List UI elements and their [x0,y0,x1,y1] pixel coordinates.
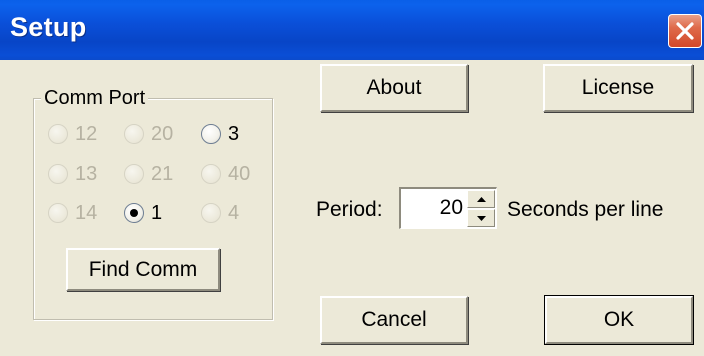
title-bar[interactable]: Setup [0,0,704,60]
radio-label: 20 [151,123,174,145]
radio-circle [201,124,221,144]
ok-button[interactable]: OK [544,295,694,345]
period-input[interactable]: 20 [401,189,463,227]
radio-label: 1 [151,202,163,224]
comm-port-radio-21[interactable]: 21 [124,161,173,187]
radio-circle [201,164,221,184]
comm-port-radio-12[interactable]: 12 [48,121,97,147]
radio-circle [124,203,144,223]
radio-label: 21 [151,163,174,185]
radio-label: 13 [75,163,98,185]
spin-up-button[interactable] [467,190,495,208]
close-button[interactable] [668,14,702,48]
window-title: Setup [10,12,87,42]
comm-port-radio-4[interactable]: 4 [201,200,239,226]
period-unit-label: Seconds per line [507,198,664,221]
spin-down-button[interactable] [467,209,495,227]
radio-selected-dot [130,209,138,217]
period-label: Period: [316,198,383,221]
radio-label: 14 [75,202,98,224]
comm-port-radio-13[interactable]: 13 [48,161,97,187]
radio-circle [201,203,221,223]
radio-circle [48,164,68,184]
comm-port-radio-3[interactable]: 3 [201,121,239,147]
radio-label: 4 [228,202,240,224]
arrow-up-icon [477,197,486,202]
radio-label: 12 [75,123,98,145]
arrow-down-icon [477,216,486,221]
radio-label: 40 [228,163,251,185]
comm-port-radio-20[interactable]: 20 [124,121,173,147]
comm-port-radio-14[interactable]: 14 [48,200,97,226]
radio-circle [124,164,144,184]
period-spinner[interactable]: 20 [399,187,497,229]
setup-dialog: Setup Comm Port 12 20 3 13 21 40 14 1 4 … [0,0,704,356]
cancel-button[interactable]: Cancel [320,296,468,344]
close-icon [676,22,694,40]
comm-port-radio-40[interactable]: 40 [201,161,250,187]
radio-circle [124,124,144,144]
find-comm-button[interactable]: Find Comm [66,248,220,291]
radio-label: 3 [228,123,240,145]
radio-circle [48,124,68,144]
comm-port-radio-1[interactable]: 1 [124,200,162,226]
about-button[interactable]: About [320,64,468,112]
radio-circle [48,203,68,223]
comm-port-group-label: Comm Port [41,87,149,110]
license-button[interactable]: License [543,64,693,112]
